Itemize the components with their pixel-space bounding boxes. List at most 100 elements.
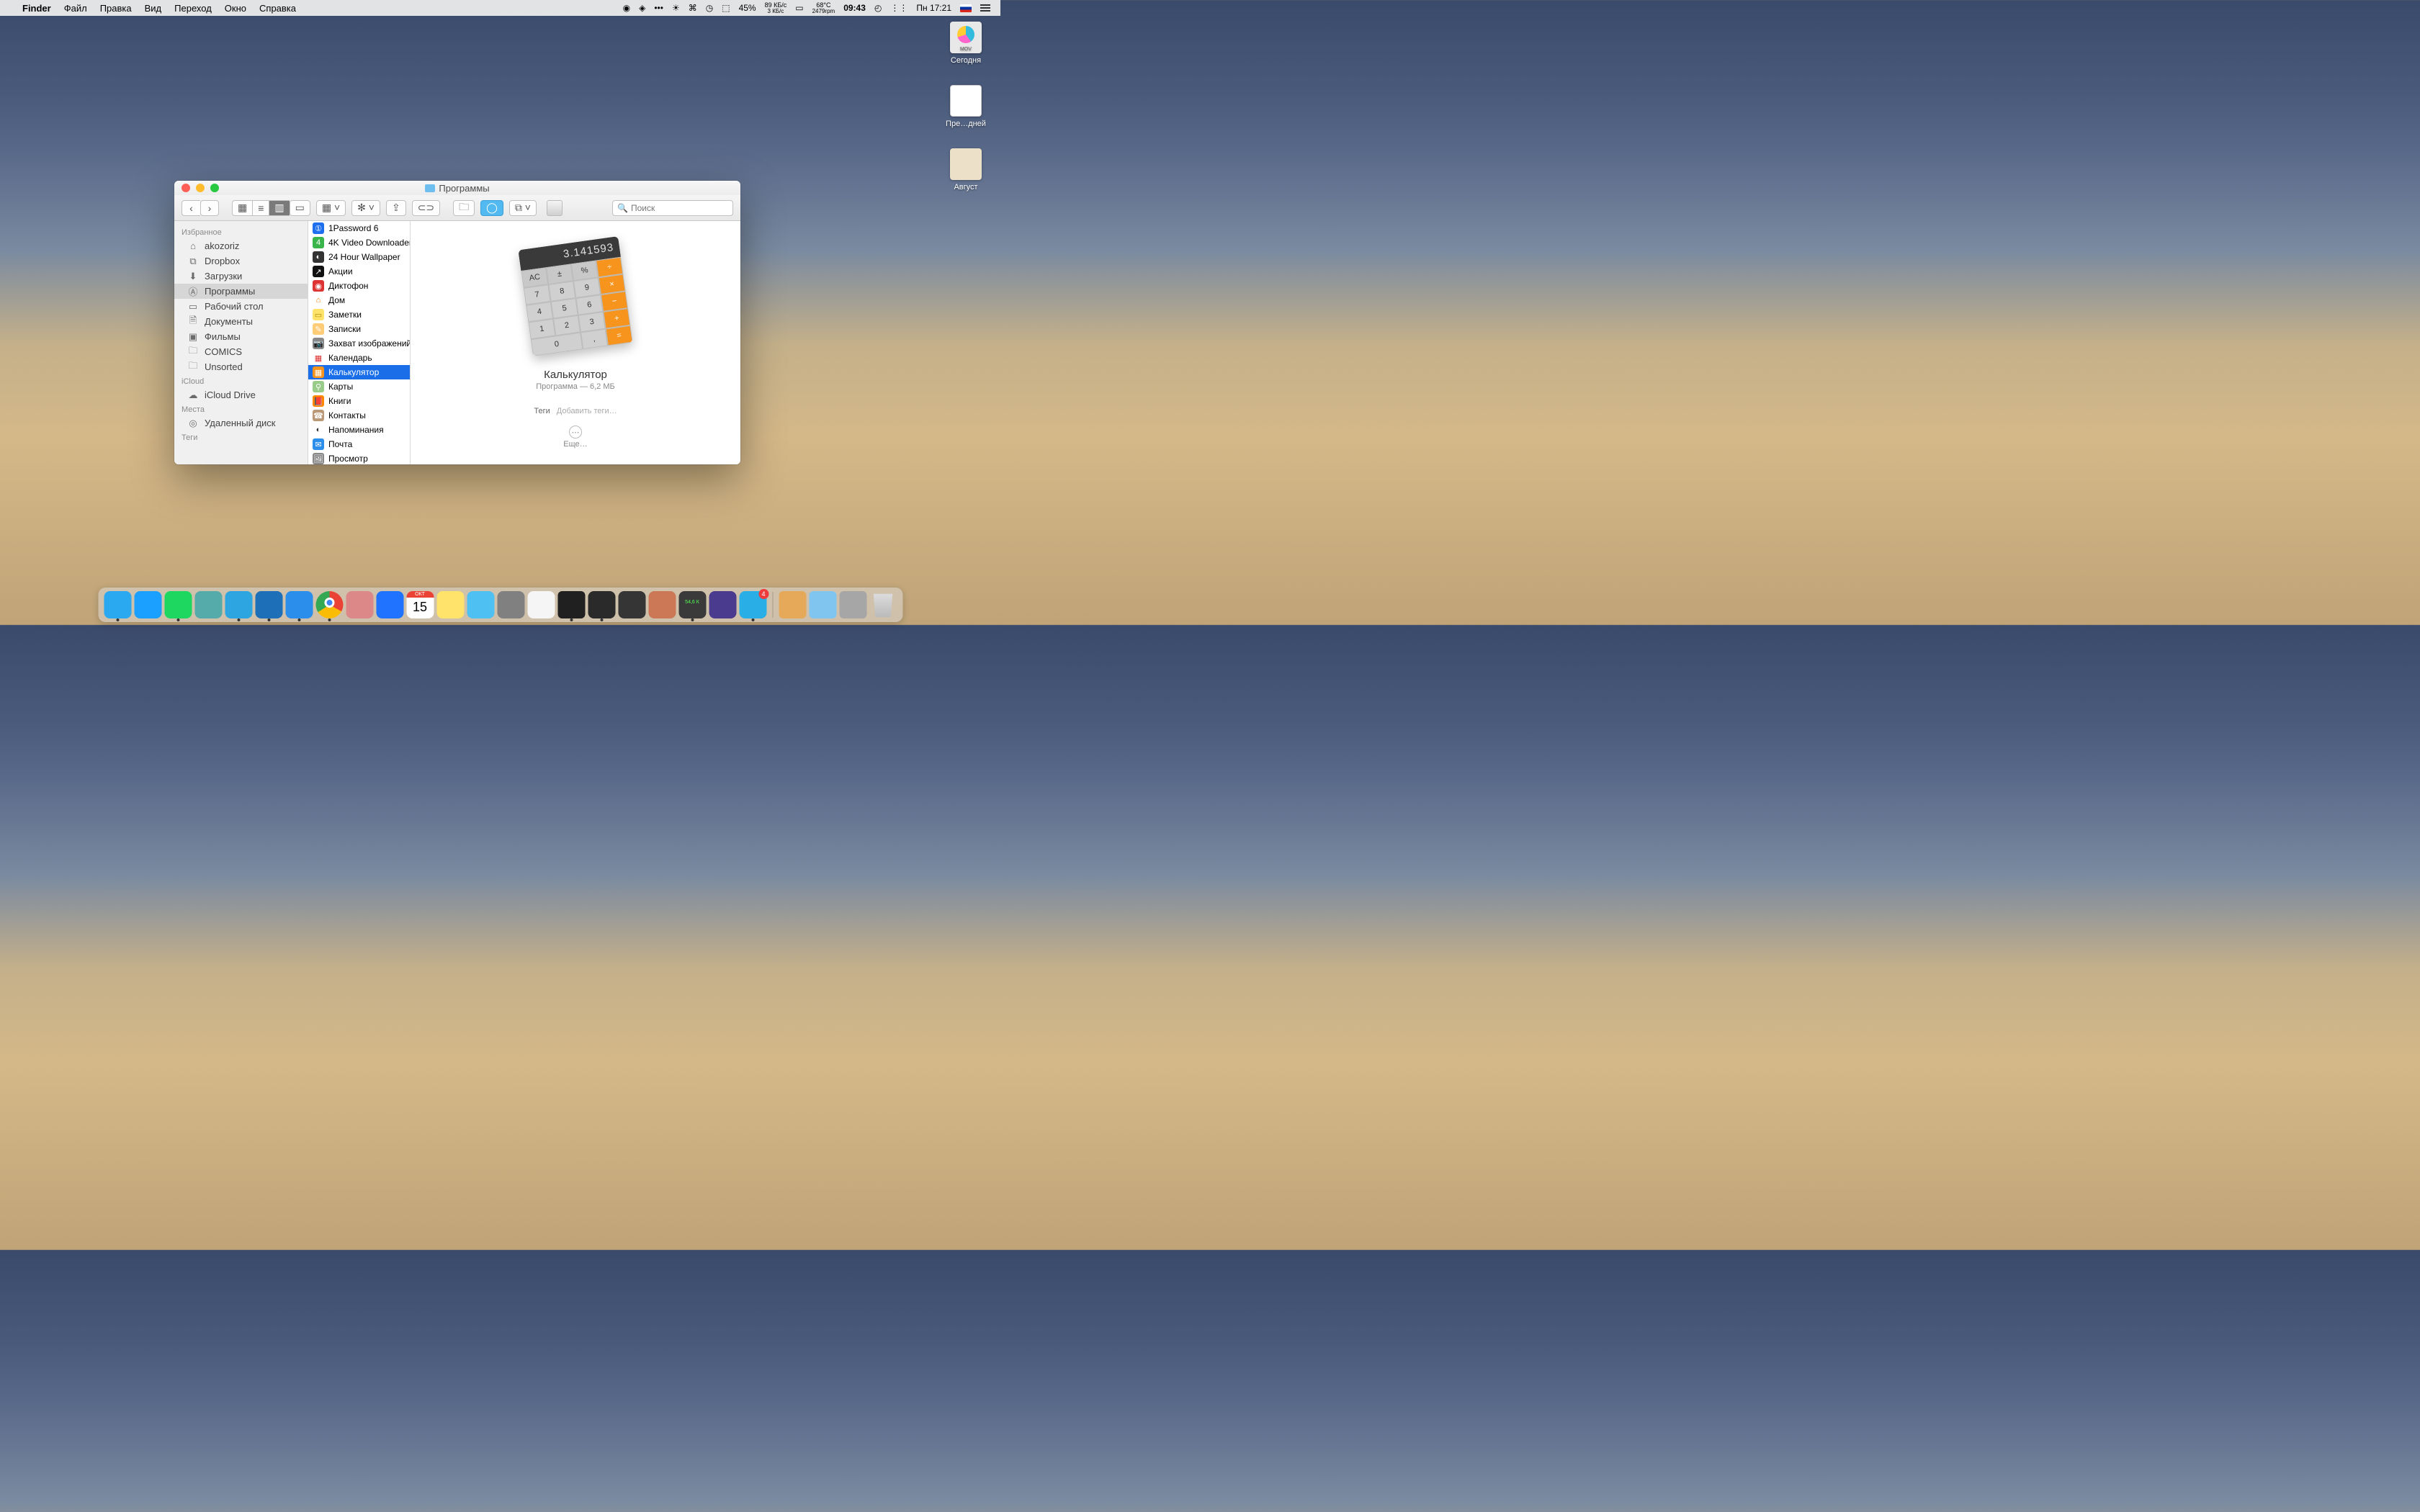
sidebar-item-icloud[interactable]: ☁iCloud Drive (174, 387, 308, 402)
app-row[interactable]: ▭Заметки (308, 307, 410, 322)
app-row[interactable]: ⌂Дом (308, 293, 410, 307)
action-button[interactable]: ✻ ˅ (351, 200, 380, 216)
dock-app-tweetbot[interactable] (255, 591, 282, 618)
sidebar-item-dropbox[interactable]: ⧉Dropbox (174, 253, 308, 269)
app-row[interactable]: 📷Захват изображений (308, 336, 410, 351)
finder-column-apps[interactable]: ①1Password 6 44K Video Downloader ◐24 Ho… (308, 221, 411, 464)
sidebar-item-home[interactable]: ⌂akozoriz (174, 238, 308, 253)
status-fire-icon[interactable]: ◈ (635, 3, 650, 13)
dock-app-photos[interactable] (346, 591, 373, 618)
status-more-icon[interactable]: ••• (650, 3, 668, 13)
window-titlebar[interactable]: Программы (174, 181, 740, 195)
menu-go[interactable]: Переход (168, 3, 218, 14)
app-row[interactable]: ☎Контакты (308, 408, 410, 423)
dock-app-appstore[interactable] (134, 591, 161, 618)
view-gallery-button[interactable]: ▭ (290, 200, 310, 216)
dock-app-calc-dock[interactable] (648, 591, 676, 618)
dock-app-spotify[interactable] (164, 591, 192, 618)
sidebar-item-unsorted[interactable]: 🗀Unsorted (174, 359, 308, 374)
status-creative-icon[interactable]: ⌘ (684, 3, 702, 13)
dropbox-button[interactable]: ⧉ ˅ (509, 200, 537, 216)
arrange-button[interactable]: ▦ ˅ (316, 200, 346, 216)
app-row[interactable]: ↗Акции (308, 264, 410, 279)
search-field[interactable]: 🔍 (612, 200, 733, 216)
status-datetime[interactable]: Пн 17:21 (912, 3, 956, 13)
app-row[interactable]: ◐Напоминания (308, 423, 410, 437)
dock-app-bookmark[interactable] (467, 591, 494, 618)
status-temp[interactable]: 68°C 2479rpm (808, 2, 840, 14)
app-row[interactable]: ✎Записки (308, 322, 410, 336)
desktop-stack-prev[interactable]: Пре…дней (944, 85, 987, 128)
search-input[interactable] (631, 203, 740, 213)
status-weather-icon[interactable]: ☀ (668, 3, 684, 13)
dock-app-1password[interactable] (376, 591, 403, 618)
sidebar-item-downloads[interactable]: ⬇Загрузки (174, 269, 308, 284)
new-folder-button[interactable]: 🗀 (453, 200, 475, 216)
forward-button[interactable]: › (200, 200, 219, 216)
dock-folder2[interactable] (809, 591, 836, 618)
tags-button[interactable]: ⊂⊃ (412, 200, 440, 216)
app-row[interactable]: 🖼Просмотр (308, 451, 410, 464)
status-clock-icon[interactable]: ◴ (870, 3, 886, 13)
dock-app-istat[interactable]: 54,6 К (678, 591, 706, 618)
desktop-stack-aug[interactable]: Август (944, 148, 987, 192)
app-row[interactable]: ⚲Карты (308, 379, 410, 394)
sidebar-item-remote[interactable]: ◎Удаленный диск (174, 415, 308, 431)
dock-app-mail-m[interactable] (285, 591, 313, 618)
sidebar-item-desktop[interactable]: ▭Рабочий стол (174, 299, 308, 314)
dock-folder1[interactable] (779, 591, 806, 618)
dock-app-calendar[interactable]: ОКТ15 (406, 591, 434, 618)
dock-app-preview[interactable] (194, 591, 222, 618)
status-sync-icon[interactable]: ◷ (702, 3, 717, 13)
share-button[interactable]: ⇪ (386, 200, 406, 216)
app-row[interactable]: ◐24 Hour Wallpaper (308, 250, 410, 264)
desktop-stack-today[interactable]: Сегодня (944, 22, 987, 65)
dock-trash[interactable] (869, 591, 897, 618)
menu-help[interactable]: Справка (253, 3, 302, 14)
sidebar-item-documents[interactable]: 🗎Документы (174, 314, 308, 329)
sidebar-item-comics[interactable]: 🗀COMICS (174, 344, 308, 359)
status-netspeed[interactable]: 89 КБ/с 3 КБ/с (761, 2, 792, 14)
app-row[interactable]: ✉Почта (308, 437, 410, 451)
sidebar-item-applications[interactable]: ⒶПрограммы (174, 284, 308, 299)
app-row[interactable]: ▦Календарь (308, 351, 410, 365)
app-row-selected[interactable]: ▦Калькулятор (308, 365, 410, 379)
preview-tags[interactable]: Теги Добавить теги… (534, 407, 617, 415)
menu-window[interactable]: Окно (218, 3, 253, 14)
menu-edit[interactable]: Правка (94, 3, 138, 14)
menu-view[interactable]: Вид (138, 3, 169, 14)
dock-app-telegram2[interactable]: 4 (739, 591, 766, 618)
view-list-button[interactable]: ≡ (252, 200, 269, 216)
dock-app-settings[interactable] (497, 591, 524, 618)
status-record-icon[interactable]: ◉ (619, 3, 635, 13)
back-button[interactable]: ‹ (182, 200, 200, 216)
status-wifi-icon[interactable]: ⋮⋮ (886, 3, 912, 13)
app-row[interactable]: ①1Password 6 (308, 221, 410, 235)
menu-file[interactable]: Файл (58, 3, 94, 14)
dock-app-gp[interactable] (527, 591, 555, 618)
dock-folder3[interactable] (839, 591, 866, 618)
app-row[interactable]: 📕Книги (308, 394, 410, 408)
dock-app-telegram[interactable] (225, 591, 252, 618)
drag-proxy-icon[interactable] (547, 200, 563, 216)
dock-app-fire[interactable] (588, 591, 615, 618)
status-package-icon[interactable]: ⬚ (717, 3, 734, 13)
status-battery[interactable]: 45% (735, 3, 761, 13)
dock-app-lens[interactable] (618, 591, 645, 618)
airdrop-button[interactable]: ◯ (480, 200, 503, 216)
status-timer[interactable]: 09:43 (839, 3, 870, 13)
status-battery-icon[interactable]: ▭ (791, 3, 807, 13)
view-icon-button[interactable]: ▦ (232, 200, 252, 216)
app-row[interactable]: 44K Video Downloader (308, 235, 410, 250)
app-name[interactable]: Finder (16, 3, 58, 14)
dock-app-chrome[interactable] (315, 591, 343, 618)
dock-app-terminal[interactable] (557, 591, 585, 618)
status-flag[interactable] (956, 4, 976, 12)
dock-app-finder[interactable] (104, 591, 131, 618)
dock-app-notes[interactable] (436, 591, 464, 618)
notification-center-icon[interactable] (976, 4, 995, 12)
app-row[interactable]: ◉Диктофон (308, 279, 410, 293)
preview-more[interactable]: ⋯ Еще… (563, 426, 587, 449)
sidebar-item-movies[interactable]: ▣Фильмы (174, 329, 308, 344)
view-column-button[interactable]: ▥ (269, 200, 289, 216)
